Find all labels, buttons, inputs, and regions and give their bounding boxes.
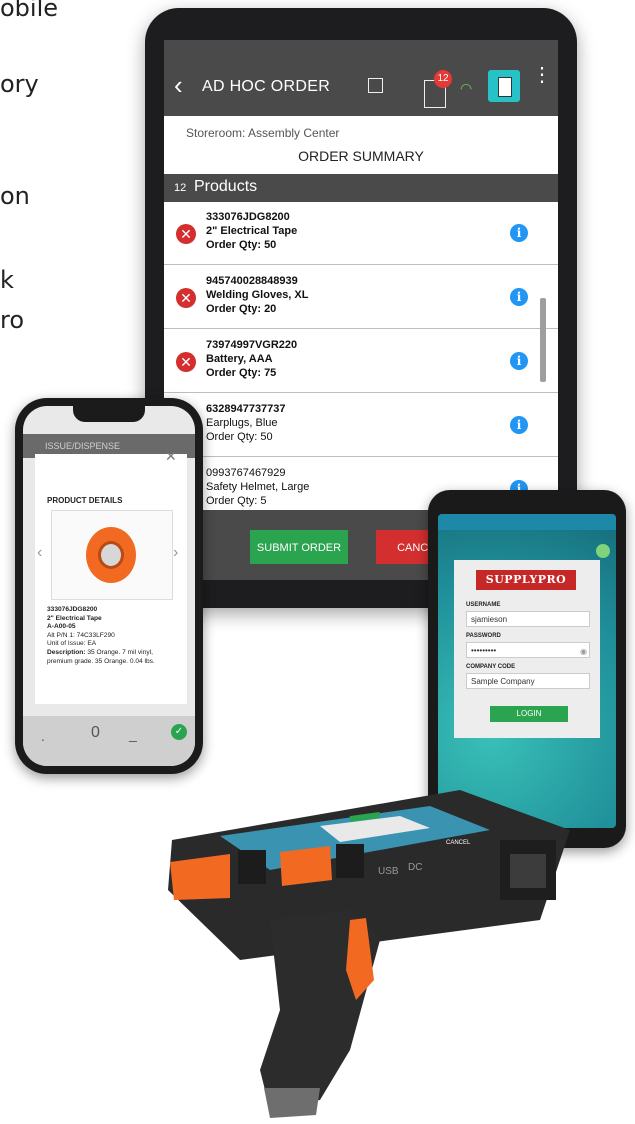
product-id: 73974997VGR220	[206, 339, 298, 351]
bg-text-5: ro	[0, 306, 25, 334]
detail-description: Description: 35 Orange. 7 mil vinyl, pre…	[47, 649, 177, 666]
close-icon[interactable]: ✕	[165, 448, 177, 465]
bg-text-4: k	[0, 266, 14, 294]
info-icon[interactable]: i	[510, 416, 528, 434]
scanner-icon[interactable]	[488, 70, 520, 102]
product-id: 0993767467929	[206, 467, 286, 479]
usb-port-label: USB	[378, 866, 399, 877]
remove-item-icon[interactable]: ✕	[176, 352, 196, 372]
username-field[interactable]: sjamieson	[466, 611, 590, 627]
password-field[interactable]: •••••••••	[466, 642, 590, 658]
products-count: 12	[174, 182, 187, 194]
username-label: USERNAME	[466, 602, 501, 608]
product-info: 945740028848939 Welding Gloves, XL Order…	[206, 274, 308, 316]
bg-text-2: ory	[0, 70, 39, 98]
confirm-check-icon[interactable]: ✓	[171, 724, 187, 740]
password-label: PASSWORD	[466, 633, 501, 639]
table-row[interactable]: 6328947737737 Earplugs, Blue Order Qty: …	[164, 394, 558, 457]
info-icon[interactable]: i	[510, 352, 528, 370]
product-details-text: 333076JDG8200 2" Electrical Tape A-A00-0…	[47, 606, 177, 666]
product-photo	[51, 510, 173, 600]
handheld-scanner: USB DC CANCEL	[168, 790, 570, 1118]
remove-item-icon[interactable]: ✕	[176, 224, 196, 244]
remove-item-icon[interactable]: ✕	[176, 288, 196, 308]
keypad-zero-key[interactable]: 0	[91, 724, 100, 742]
scanner-screen-badge: CANCEL	[446, 840, 471, 846]
products-section-header: 12 Products	[164, 174, 558, 202]
submit-order-button[interactable]: SUBMIT ORDER	[250, 530, 348, 564]
product-id: 945740028848939	[206, 275, 298, 287]
bg-text-1: obile	[0, 0, 59, 22]
info-icon[interactable]: i	[510, 288, 528, 306]
square-icon[interactable]	[368, 78, 383, 93]
product-info: 73974997VGR220 Battery, AAA Order Qty: 7…	[206, 338, 297, 380]
product-info: 0993767467929 Safety Helmet, Large Order…	[206, 466, 309, 508]
storeroom-label: Storeroom: Assembly Center	[186, 126, 340, 140]
detail-alt: Alt P/N 1: 74C33LF290	[47, 631, 115, 639]
detail-name: 2" Electrical Tape	[47, 614, 102, 622]
info-icon[interactable]: i	[510, 224, 528, 242]
iphone-screen: ISSUE/DISPENSE ✕ PRODUCT DETAILS ‹ › 333…	[23, 406, 195, 766]
product-name: Safety Helmet, Large	[206, 481, 310, 493]
scanner-orange-mid	[280, 846, 332, 886]
product-id: 333076JDG8200	[206, 211, 290, 223]
chevron-left-icon[interactable]: ‹	[37, 544, 42, 562]
scanner-side-button	[336, 844, 364, 878]
detail-bin: A-A00-05	[47, 623, 76, 631]
product-name: Earplugs, Blue	[206, 417, 278, 429]
detail-unit: Unit of Issue: EA	[47, 640, 97, 648]
keypad-dash-key[interactable]: _	[129, 726, 137, 742]
chevron-right-icon[interactable]: ›	[173, 544, 178, 562]
eye-icon[interactable]: ◉	[580, 647, 587, 656]
order-summary-title: ORDER SUMMARY	[298, 148, 424, 164]
page-title: AD HOC ORDER	[202, 78, 331, 95]
bg-text-3: on	[0, 182, 30, 210]
tablet-app-header: ‹ AD HOC ORDER 12 ◠ ⋮	[164, 40, 558, 116]
order-count-badge: 12	[434, 70, 452, 88]
product-qty: Order Qty: 5	[206, 495, 267, 507]
supplypro-logo: SUPPLYPRO	[476, 570, 576, 590]
detail-description-label: Description:	[47, 648, 86, 656]
wifi-icon: ◠	[460, 80, 473, 96]
grip-base	[264, 1088, 320, 1118]
iphone-notch	[73, 406, 145, 422]
product-qty: Order Qty: 20	[206, 303, 277, 315]
iphone-device: ISSUE/DISPENSE ✕ PRODUCT DETAILS ‹ › 333…	[15, 398, 203, 774]
scanner-side-button	[238, 850, 266, 884]
scanner-orange-left	[170, 854, 230, 900]
more-vert-icon[interactable]: ⋮	[532, 65, 552, 85]
product-name: 2" Electrical Tape	[206, 225, 298, 237]
back-chevron-icon[interactable]: ‹	[174, 72, 183, 98]
table-row[interactable]: ✕ 945740028848939 Welding Gloves, XL Ord…	[164, 266, 558, 329]
scan-lens	[510, 854, 546, 888]
android-status-bar	[438, 514, 616, 530]
detail-id: 333076JDG8200	[47, 606, 98, 613]
tape-core-image	[98, 541, 124, 569]
modal-title: PRODUCT DETAILS	[47, 496, 123, 505]
company-code-field[interactable]: Sample Company	[466, 673, 590, 689]
company-code-label: COMPANY CODE	[466, 664, 516, 670]
product-id: 6328947737737	[206, 403, 286, 415]
list-scrollbar[interactable]	[540, 298, 546, 382]
product-info: 333076JDG8200 2" Electrical Tape Order Q…	[206, 210, 297, 252]
table-row[interactable]: ✕ 73974997VGR220 Battery, AAA Order Qty:…	[164, 330, 558, 393]
products-label: Products	[194, 178, 258, 195]
dc-port-label: DC	[408, 862, 422, 873]
login-button[interactable]: LOGIN	[490, 706, 568, 722]
product-qty: Order Qty: 50	[206, 431, 273, 443]
product-qty: Order Qty: 50	[206, 239, 277, 251]
product-info: 6328947737737 Earplugs, Blue Order Qty: …	[206, 402, 286, 444]
iphone-keypad-area	[23, 716, 195, 766]
table-row[interactable]: ✕ 333076JDG8200 2" Electrical Tape Order…	[164, 202, 558, 265]
keypad-dot-key[interactable]: .	[41, 728, 45, 744]
wifi-icon	[596, 544, 610, 558]
product-name: Welding Gloves, XL	[206, 289, 309, 301]
product-name: Battery, AAA	[206, 353, 273, 365]
product-qty: Order Qty: 75	[206, 367, 277, 379]
iphone-bar-title: ISSUE/DISPENSE	[45, 441, 121, 451]
